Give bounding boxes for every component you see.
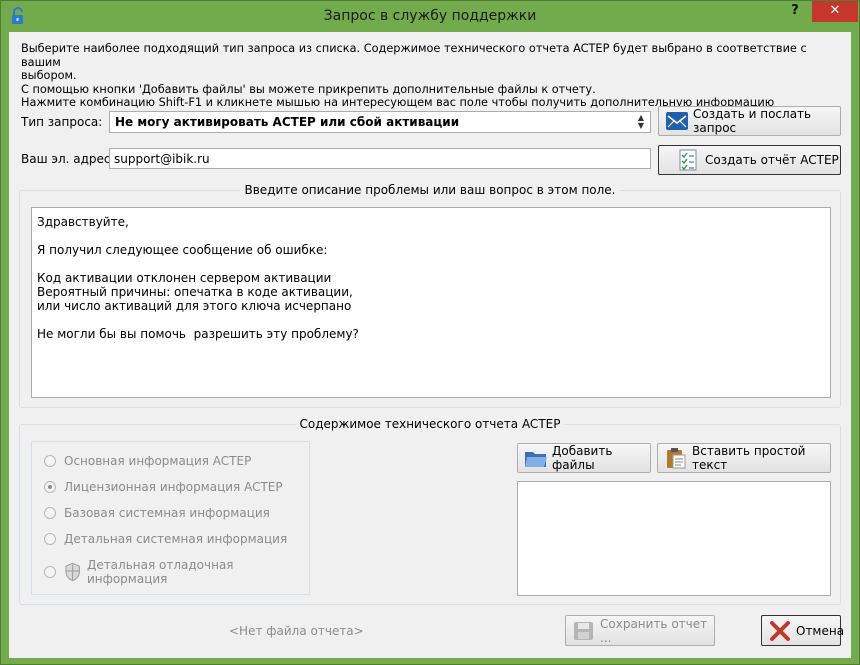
support-request-window: Запрос в службу поддержки ? ✕ Выберите н… xyxy=(0,0,860,665)
updown-arrows-icon: ▲ ▼ xyxy=(637,113,644,130)
envelope-icon xyxy=(666,112,688,130)
email-label: Ваш эл. адрес: xyxy=(21,152,115,166)
save-report-label: Сохранить отчет ... xyxy=(600,616,708,645)
add-files-label: Добавить файлы xyxy=(552,444,613,472)
clipboard-icon xyxy=(667,448,686,469)
radio-button[interactable] xyxy=(44,533,56,545)
close-button[interactable]: ✕ xyxy=(812,1,858,22)
title-bar[interactable]: Запрос в службу поддержки ? ✕ xyxy=(1,1,859,32)
email-field[interactable] xyxy=(109,148,651,169)
instructions-line: С помощью кнопки 'Добавить файлы' вы мож… xyxy=(21,82,596,96)
cancel-label: Отмена xyxy=(796,623,845,638)
attached-files-list[interactable] xyxy=(517,481,831,596)
red-x-icon xyxy=(770,620,790,641)
description-textarea[interactable]: Здравствуйте, Я получил следующее сообще… xyxy=(31,207,831,398)
option-label: Детальная отладочная информация xyxy=(86,558,234,586)
paste-text-button[interactable]: Вставить простой текст xyxy=(657,443,831,473)
report-group-title: Содержимое технического отчета ACTEP xyxy=(20,417,840,431)
dialog-body: Выберите наиболее подходящий тип запроса… xyxy=(9,32,851,658)
window-title: Запрос в службу поддержки xyxy=(323,8,537,24)
request-type-label: Тип запроса: xyxy=(21,115,103,129)
option-label: Базовая системная информация xyxy=(64,506,270,520)
save-report-button[interactable]: Сохранить отчет ... xyxy=(565,615,715,646)
paste-text-label: Вставить простой текст xyxy=(692,444,806,472)
radio-button[interactable] xyxy=(44,507,56,519)
radio-button[interactable] xyxy=(44,566,56,578)
option-label: Детальная системная информация xyxy=(64,532,288,546)
cancel-button[interactable]: Отмена xyxy=(761,615,845,646)
option-license-info[interactable]: Лицензионная информация ACTEP xyxy=(44,480,283,494)
radio-button[interactable] xyxy=(44,455,56,467)
create-report-label: Создать отчёт ACTEP xyxy=(705,153,839,167)
option-base-system-info[interactable]: Базовая системная информация xyxy=(44,506,270,520)
floppy-disk-icon xyxy=(574,621,593,640)
checklist-icon xyxy=(679,149,697,171)
option-debug-info[interactable]: Детальная отладочная информация xyxy=(44,558,309,586)
description-group-title: Введите описание проблемы или ваш вопрос… xyxy=(20,183,840,197)
radio-button-selected[interactable] xyxy=(44,481,56,493)
add-files-button[interactable]: Добавить файлы xyxy=(517,443,651,473)
instructions-line: Выберите наиболее подходящий тип запроса… xyxy=(21,42,807,69)
request-type-select[interactable]: Не могу активировать ACTEP или сбой акти… xyxy=(109,111,651,133)
instructions: Выберите наиболее подходящий тип запроса… xyxy=(21,42,836,110)
help-button[interactable]: ? xyxy=(781,1,809,22)
create-send-label: Создать и послать запрос xyxy=(693,107,812,135)
option-detailed-system-info[interactable]: Детальная системная информация xyxy=(44,532,287,546)
request-type-value: Не могу активировать ACTEP или сбой акти… xyxy=(115,115,460,129)
option-basic-info[interactable]: Основная информация ACTEP xyxy=(44,454,251,468)
shield-icon xyxy=(65,562,80,582)
create-send-button[interactable]: Создать и послать запрос xyxy=(658,106,841,136)
option-label: Основная информация ACTEP xyxy=(64,454,252,468)
create-report-button[interactable]: Создать отчёт ACTEP xyxy=(658,145,841,175)
report-options: Основная информация ACTEP Лицензионная и… xyxy=(31,441,310,595)
folder-icon xyxy=(525,452,547,467)
instructions-line: выбором. xyxy=(21,69,77,82)
option-label: Лицензионная информация ACTEP xyxy=(64,480,283,494)
report-file-status: <Нет файла отчета> xyxy=(229,624,364,638)
